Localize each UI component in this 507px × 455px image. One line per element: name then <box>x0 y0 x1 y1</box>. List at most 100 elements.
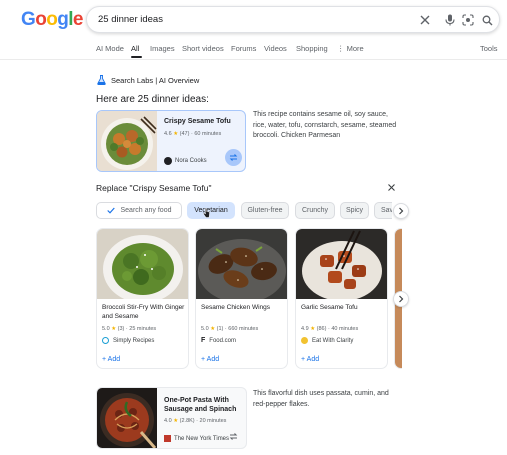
featured-recipe-card[interactable]: Crispy Sesame Tofu 4.6 ★ (47) · 60 minut… <box>96 110 246 172</box>
add-button[interactable]: + Add <box>201 356 219 363</box>
tab-more-label: More <box>346 44 364 53</box>
recipe-meta: 4.6 ★ (47) · 60 minutes <box>164 131 221 137</box>
recipe-source: Nora Cooks <box>164 157 207 165</box>
search-any-food-chip[interactable]: Search any food <box>96 202 182 219</box>
labs-label: Search Labs | AI Overview <box>111 75 200 85</box>
tab-forums[interactable]: Forums <box>231 44 256 53</box>
recipe-details: (47) · 60 minutes <box>179 131 222 137</box>
recipe-source: Simply Recipes <box>102 337 154 344</box>
recipe-image <box>296 229 387 301</box>
check-icon <box>106 207 115 214</box>
tab-tools[interactable]: Tools <box>480 44 498 53</box>
logo-letter: e <box>72 9 84 30</box>
add-label: Add <box>206 356 220 363</box>
replace-label: Replace "Crispy Sesame Tofu" <box>96 183 212 193</box>
divider <box>0 59 507 60</box>
add-button[interactable]: + Add <box>102 356 120 363</box>
lens-icon[interactable] <box>460 12 476 28</box>
search-box[interactable]: 25 dinner ideas <box>86 6 500 33</box>
recipe-meta: 4.0 ★ (2.8K) · 20 minutes <box>164 418 226 424</box>
source-favicon-icon <box>164 157 172 165</box>
recipe-rating: 5.0 <box>102 326 110 332</box>
star-icon: ★ <box>111 326 117 332</box>
chip-vegetarian[interactable]: Vegetarian <box>187 202 235 219</box>
recipe-rating: 4.0 <box>164 418 172 424</box>
recipe-card-pasta[interactable]: One-Pot Pasta With Sausage and Spinach 4… <box>96 387 247 449</box>
flask-icon <box>97 75 106 85</box>
tab-ai-mode[interactable]: AI Mode <box>96 44 124 53</box>
tab-short-videos[interactable]: Short videos <box>182 44 224 53</box>
add-button[interactable]: + Add <box>301 356 319 363</box>
recipe-title: Broccoli Stir-Fry With Ginger and Sesame <box>102 304 185 320</box>
google-logo[interactable]: Google <box>21 9 83 31</box>
star-icon: ★ <box>210 326 216 332</box>
second-description: This flavorful dish uses passata, cumin,… <box>253 390 389 408</box>
source-name: Food.com <box>209 337 236 344</box>
filter-chips: Search any food Vegetarian Gluten-free C… <box>96 202 392 219</box>
star-icon: ★ <box>173 131 179 137</box>
recipe-title: Garlic Sesame Tofu <box>301 304 358 311</box>
chip-savory[interactable]: Savory <box>374 202 392 219</box>
search-icon[interactable] <box>479 12 495 28</box>
chips-next-button[interactable] <box>393 203 409 219</box>
search-tabs: AI Mode All Images Short videos Forums V… <box>0 42 507 58</box>
source-favicon-icon <box>102 337 109 344</box>
add-label: Add <box>306 356 320 363</box>
recipe-rating: 5.0 <box>201 326 209 332</box>
chevron-right-icon <box>399 295 404 303</box>
microphone-icon[interactable] <box>442 12 458 28</box>
recipe-title: One-Pot Pasta With Sausage and Spinach <box>164 397 237 413</box>
recipe-meta: 5.0 ★ (1) · 660 minutes <box>201 326 258 332</box>
more-vert-icon: ⋮ <box>337 44 345 53</box>
tab-images[interactable]: Images <box>150 44 175 53</box>
recipe-rating: 4.6 <box>164 131 172 137</box>
star-icon: ★ <box>173 418 179 424</box>
search-input[interactable]: 25 dinner ideas <box>98 14 163 25</box>
source-name: The New York Times <box>174 435 230 442</box>
chip-spicy[interactable]: Spicy <box>340 202 369 219</box>
close-replace-button[interactable] <box>386 182 397 193</box>
swap-icon <box>229 433 238 440</box>
recipe-image <box>97 229 188 303</box>
recipe-details: (2.8K) · 20 minutes <box>179 418 227 424</box>
tab-videos[interactable]: Videos <box>264 44 287 53</box>
chip-gluten-free[interactable]: Gluten-free <box>241 202 289 219</box>
clear-icon[interactable] <box>417 12 433 28</box>
source-favicon-icon <box>301 337 308 344</box>
recipe-details: (3) · 25 minutes <box>117 326 157 332</box>
recipe-card[interactable]: Sesame Chicken Wings 5.0 ★ (1) · 660 min… <box>195 228 288 369</box>
add-label: Add <box>107 356 121 363</box>
recipe-card[interactable]: Garlic Sesame Tofu 4.9 ★ (86) · 40 minut… <box>295 228 388 369</box>
source-name: Nora Cooks <box>175 158 207 164</box>
recipe-image <box>196 229 287 303</box>
recipe-card[interactable]: Broccoli Stir-Fry With Ginger and Sesame… <box>96 228 189 369</box>
star-icon: ★ <box>310 326 316 332</box>
logo-letter: o <box>46 9 58 30</box>
chevron-right-icon <box>399 207 404 215</box>
source-favicon-icon: F <box>201 337 206 344</box>
recipe-source: Eat With Clarity <box>301 337 353 344</box>
logo-letter: G <box>21 9 36 30</box>
swap-button[interactable] <box>225 428 242 445</box>
source-name: Eat With Clarity <box>312 337 354 344</box>
source-favicon-icon <box>164 435 171 442</box>
recipe-details: (1) · 660 minutes <box>216 326 259 332</box>
recipe-source: F Food.com <box>201 337 236 344</box>
recipe-rating: 4.9 <box>301 326 309 332</box>
tab-shopping[interactable]: Shopping <box>296 44 328 53</box>
tab-all[interactable]: All <box>131 44 139 53</box>
swap-button[interactable] <box>225 149 242 166</box>
logo-letter: o <box>35 9 47 30</box>
carousel-next-button[interactable] <box>393 291 409 307</box>
chip-crunchy[interactable]: Crunchy <box>295 202 335 219</box>
active-tab-indicator <box>131 56 142 58</box>
recipe-details: (86) · 40 minutes <box>316 326 359 332</box>
swap-icon <box>229 154 238 161</box>
recipe-meta: 4.9 ★ (86) · 40 minutes <box>301 326 358 332</box>
recipe-image <box>97 388 157 448</box>
tab-more[interactable]: ⋮ More <box>337 44 364 53</box>
source-name: Simply Recipes <box>113 337 155 344</box>
recipe-title: Sesame Chicken Wings <box>201 304 270 311</box>
recipe-source: The New York Times <box>164 435 229 442</box>
close-icon <box>388 184 395 191</box>
